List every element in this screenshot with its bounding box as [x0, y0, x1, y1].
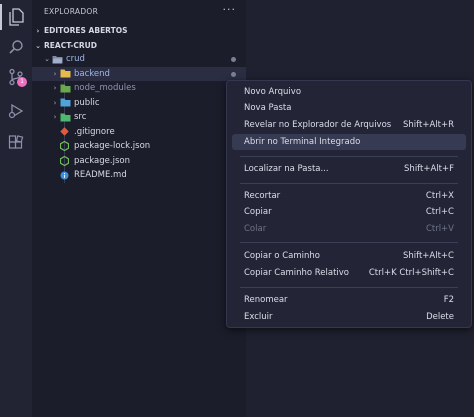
- menu-separator: [240, 287, 458, 288]
- menu-item-paste: Colar Ctrl+V: [232, 221, 466, 237]
- modified-dot: [231, 71, 236, 77]
- info-icon: [60, 171, 74, 180]
- folder-public-icon: [60, 98, 74, 107]
- menu-item-label: Abrir no Terminal Integrado: [244, 137, 361, 147]
- folder-node-icon: [60, 84, 74, 93]
- chevron-right-icon: ›: [36, 26, 40, 35]
- menu-item-rename[interactable]: Renomear F2: [232, 292, 466, 308]
- tree-label: .gitignore: [74, 126, 115, 137]
- menu-item-label: Copiar Caminho Relativo: [244, 268, 350, 278]
- tree-item-node-modules[interactable]: › node_modules: [32, 81, 246, 96]
- menu-item-label: Renomear: [244, 295, 288, 305]
- tree-item-backend[interactable]: › backend: [32, 66, 246, 81]
- tree-item-crud[interactable]: ⌄ crud: [32, 52, 246, 67]
- search-icon[interactable]: [0, 32, 32, 62]
- tree-label: node_modules: [74, 83, 136, 94]
- source-control-icon[interactable]: 1: [0, 62, 32, 92]
- tree-item-gitignore[interactable]: .gitignore: [32, 125, 246, 140]
- menu-item-find-in-folder[interactable]: Localizar na Pasta... Shift+Alt+F: [232, 161, 466, 177]
- tree-label: backend: [74, 68, 110, 79]
- menu-item-label: Recortar: [244, 191, 281, 201]
- tree-label: package.json: [74, 155, 130, 166]
- extensions-icon[interactable]: [0, 128, 32, 158]
- folder-src-icon: [60, 113, 74, 122]
- tree-item-package-lock[interactable]: package-lock.json: [32, 139, 246, 154]
- git-icon: [60, 127, 74, 136]
- chevron-right-icon: ›: [53, 113, 57, 122]
- tree-item-package-json[interactable]: package.json: [32, 154, 246, 169]
- menu-item-copy[interactable]: Copiar Ctrl+C: [232, 204, 466, 220]
- menu-item-shortcut: Ctrl+X: [425, 191, 454, 201]
- chevron-right-icon: ›: [53, 69, 57, 78]
- run-debug-icon[interactable]: [0, 96, 32, 126]
- menu-item-copy-path[interactable]: Copiar o Caminho Shift+Alt+C: [232, 248, 466, 264]
- chevron-right-icon: ›: [53, 84, 57, 93]
- node-icon: [60, 141, 74, 152]
- menu-item-label: Revelar no Explorador de Arquivos: [244, 120, 392, 130]
- menu-separator: [240, 242, 458, 243]
- menu-item-shortcut: F2: [443, 295, 454, 305]
- menu-item-shortcut: Ctrl+C: [425, 207, 454, 217]
- menu-item-label: Nova Pasta: [244, 103, 292, 113]
- chevron-right-icon: ›: [53, 98, 57, 107]
- menu-item-shortcut: Delete: [426, 312, 454, 322]
- explorer-title: EXPLORADOR: [44, 7, 99, 16]
- open-editors-label: EDITORES ABERTOS: [44, 26, 128, 35]
- menu-separator: [240, 183, 458, 184]
- chevron-down-icon: ⌄: [35, 41, 41, 50]
- scm-badge: 1: [17, 77, 27, 87]
- folder-open-icon: [52, 55, 66, 64]
- tree-label: package-lock.json: [74, 141, 151, 152]
- menu-item-new-folder[interactable]: Nova Pasta: [232, 100, 466, 116]
- folder-icon: [60, 69, 74, 78]
- menu-item-open-terminal[interactable]: Abrir no Terminal Integrado: [232, 134, 466, 150]
- tree-item-readme[interactable]: README.md: [32, 168, 246, 183]
- explorer-sidebar: EXPLORADOR ··· › EDITORES ABERTOS ⌄ REAC…: [32, 0, 246, 417]
- menu-item-label: Excluir: [244, 312, 273, 322]
- menu-item-label: Localizar na Pasta...: [244, 164, 329, 174]
- node-icon: [60, 155, 74, 166]
- menu-item-label: Copiar: [244, 207, 272, 217]
- menu-item-shortcut: Ctrl+K Ctrl+Shift+C: [368, 268, 454, 278]
- menu-item-cut[interactable]: Recortar Ctrl+X: [232, 188, 466, 204]
- tree-label: public: [74, 97, 100, 108]
- menu-item-shortcut: Shift+Alt+R: [403, 120, 454, 130]
- menu-item-shortcut: Shift+Alt+F: [404, 164, 454, 174]
- menu-item-label: Copiar o Caminho: [244, 251, 320, 261]
- menu-item-shortcut: Shift+Alt+C: [402, 251, 454, 261]
- explorer-icon[interactable]: [0, 2, 32, 32]
- menu-item-label: Novo Arquivo: [244, 87, 302, 97]
- tree-label: README.md: [74, 170, 127, 181]
- project-label: REACT-CRUD: [44, 41, 97, 50]
- context-menu: Novo Arquivo Nova Pasta Revelar no Explo…: [226, 80, 472, 328]
- tree-item-public[interactable]: › public: [32, 96, 246, 111]
- project-section[interactable]: ⌄ REACT-CRUD: [32, 38, 246, 53]
- chevron-down-icon: ⌄: [44, 55, 50, 64]
- tree-label: src: [74, 112, 87, 123]
- menu-item-delete[interactable]: Excluir Delete: [232, 309, 466, 325]
- menu-item-new-file[interactable]: Novo Arquivo: [232, 84, 466, 100]
- open-editors-section[interactable]: › EDITORES ABERTOS: [32, 23, 246, 38]
- tree-label: crud: [66, 54, 85, 65]
- menu-item-shortcut: Ctrl+V: [425, 224, 454, 234]
- more-actions-icon[interactable]: ···: [223, 3, 237, 16]
- activity-bar: 1: [0, 0, 32, 417]
- menu-separator: [240, 156, 458, 157]
- tree-item-src[interactable]: › src: [32, 110, 246, 125]
- menu-item-label: Colar: [244, 224, 267, 234]
- menu-item-copy-relative-path[interactable]: Copiar Caminho Relativo Ctrl+K Ctrl+Shif…: [232, 265, 466, 281]
- menu-item-reveal-in-explorer[interactable]: Revelar no Explorador de Arquivos Shift+…: [232, 117, 466, 133]
- modified-dot: [231, 57, 236, 62]
